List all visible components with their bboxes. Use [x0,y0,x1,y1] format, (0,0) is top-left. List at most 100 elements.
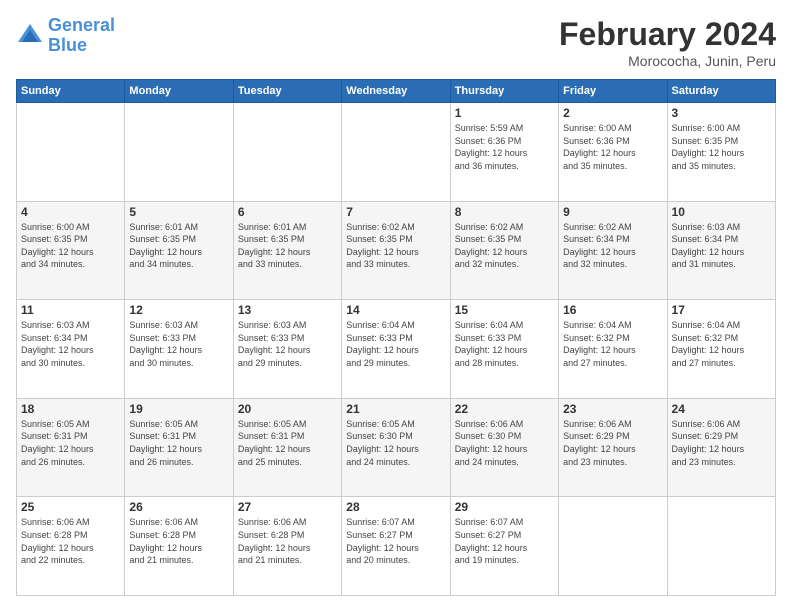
calendar-cell: 18 Sunrise: 6:05 AM Sunset: 6:31 PM Dayli… [17,398,125,497]
calendar-cell: 27 Sunrise: 6:06 AM Sunset: 6:28 PM Dayli… [233,497,341,596]
day-info: Sunrise: 6:06 AM Sunset: 6:30 PM Dayligh… [455,418,554,468]
day-info: Sunrise: 6:02 AM Sunset: 6:35 PM Dayligh… [346,221,445,271]
calendar-cell: 25Sunrise: 6:06 AM Sunset: 6:28 PM Dayli… [17,497,125,596]
calendar-cell: 22 Sunrise: 6:06 AM Sunset: 6:30 PM Dayli… [450,398,558,497]
day-number: 6 [238,205,337,219]
calendar-cell: 4 Sunrise: 6:00 AM Sunset: 6:35 PM Daylig… [17,201,125,300]
calendar-cell: 5Sunrise: 6:01 AM Sunset: 6:35 PM Daylig… [125,201,233,300]
calendar-cell: 11 Sunrise: 6:03 AM Sunset: 6:34 PM Dayli… [17,300,125,399]
calendar-cell: 1Sunrise: 5:59 AM Sunset: 6:36 PM Daylig… [450,103,558,202]
day-number: 22 [455,402,554,416]
day-number: 10 [672,205,771,219]
day-info: Sunrise: 6:05 AM Sunset: 6:30 PM Dayligh… [346,418,445,468]
day-info: Sunrise: 6:00 AM Sunset: 6:35 PM Dayligh… [21,221,120,271]
day-number: 29 [455,500,554,514]
day-number: 8 [455,205,554,219]
calendar-week-2: 11 Sunrise: 6:03 AM Sunset: 6:34 PM Dayli… [17,300,776,399]
header-cell-thursday: Thursday [450,80,558,103]
calendar-cell: 29 Sunrise: 6:07 AM Sunset: 6:27 PM Dayli… [450,497,558,596]
header-cell-saturday: Saturday [667,80,775,103]
day-number: 25 [21,500,120,514]
day-info: Sunrise: 6:06 AM Sunset: 6:28 PM Dayligh… [238,516,337,566]
day-info: Sunrise: 6:06 AM Sunset: 6:28 PM Dayligh… [129,516,228,566]
logo-line1: General [48,15,115,35]
day-info: Sunrise: 6:04 AM Sunset: 6:33 PM Dayligh… [346,319,445,369]
day-number: 4 [21,205,120,219]
calendar-week-3: 18 Sunrise: 6:05 AM Sunset: 6:31 PM Dayli… [17,398,776,497]
day-info: Sunrise: 6:05 AM Sunset: 6:31 PM Dayligh… [238,418,337,468]
day-info: Sunrise: 6:03 AM Sunset: 6:33 PM Dayligh… [238,319,337,369]
calendar-cell [667,497,775,596]
header-cell-sunday: Sunday [17,80,125,103]
day-number: 21 [346,402,445,416]
day-number: 14 [346,303,445,317]
day-number: 18 [21,402,120,416]
day-info: Sunrise: 6:07 AM Sunset: 6:27 PM Dayligh… [455,516,554,566]
calendar-cell: 9 Sunrise: 6:02 AM Sunset: 6:34 PM Daylig… [559,201,667,300]
day-info: Sunrise: 6:00 AM Sunset: 6:36 PM Dayligh… [563,122,662,172]
calendar-cell: 20 Sunrise: 6:05 AM Sunset: 6:31 PM Dayli… [233,398,341,497]
title-block: February 2024 Morococha, Junin, Peru [559,16,776,69]
day-number: 5 [129,205,228,219]
day-info: Sunrise: 6:03 AM Sunset: 6:34 PM Dayligh… [21,319,120,369]
day-info: Sunrise: 6:04 AM Sunset: 6:33 PM Dayligh… [455,319,554,369]
calendar-cell: 15Sunrise: 6:04 AM Sunset: 6:33 PM Dayli… [450,300,558,399]
page: General Blue February 2024 Morococha, Ju… [0,0,792,612]
day-info: Sunrise: 6:06 AM Sunset: 6:29 PM Dayligh… [563,418,662,468]
calendar-cell [342,103,450,202]
calendar-cell: 8 Sunrise: 6:02 AM Sunset: 6:35 PM Daylig… [450,201,558,300]
day-number: 19 [129,402,228,416]
day-info: Sunrise: 6:02 AM Sunset: 6:34 PM Dayligh… [563,221,662,271]
day-number: 11 [21,303,120,317]
calendar-cell: 3 Sunrise: 6:00 AM Sunset: 6:35 PM Daylig… [667,103,775,202]
calendar-cell: 10 Sunrise: 6:03 AM Sunset: 6:34 PM Dayli… [667,201,775,300]
calendar-cell: 13Sunrise: 6:03 AM Sunset: 6:33 PM Dayli… [233,300,341,399]
calendar-cell: 17 Sunrise: 6:04 AM Sunset: 6:32 PM Dayli… [667,300,775,399]
day-info: Sunrise: 6:06 AM Sunset: 6:29 PM Dayligh… [672,418,771,468]
header-cell-friday: Friday [559,80,667,103]
day-number: 24 [672,402,771,416]
calendar-cell: 23Sunrise: 6:06 AM Sunset: 6:29 PM Dayli… [559,398,667,497]
day-number: 2 [563,106,662,120]
calendar-week-1: 4 Sunrise: 6:00 AM Sunset: 6:35 PM Daylig… [17,201,776,300]
day-info: Sunrise: 6:03 AM Sunset: 6:34 PM Dayligh… [672,221,771,271]
sub-title: Morococha, Junin, Peru [559,53,776,69]
day-number: 17 [672,303,771,317]
day-info: Sunrise: 6:04 AM Sunset: 6:32 PM Dayligh… [563,319,662,369]
day-info: Sunrise: 6:02 AM Sunset: 6:35 PM Dayligh… [455,221,554,271]
header-cell-wednesday: Wednesday [342,80,450,103]
header-cell-monday: Monday [125,80,233,103]
calendar-cell: 16Sunrise: 6:04 AM Sunset: 6:32 PM Dayli… [559,300,667,399]
day-info: Sunrise: 6:00 AM Sunset: 6:35 PM Dayligh… [672,122,771,172]
calendar-header: SundayMondayTuesdayWednesdayThursdayFrid… [17,80,776,103]
calendar-cell: 21 Sunrise: 6:05 AM Sunset: 6:30 PM Dayli… [342,398,450,497]
calendar-cell: 2 Sunrise: 6:00 AM Sunset: 6:36 PM Daylig… [559,103,667,202]
day-number: 3 [672,106,771,120]
calendar-cell [233,103,341,202]
calendar-cell: 7Sunrise: 6:02 AM Sunset: 6:35 PM Daylig… [342,201,450,300]
calendar-cell [17,103,125,202]
header: General Blue February 2024 Morococha, Ju… [16,16,776,69]
calendar-cell: 24 Sunrise: 6:06 AM Sunset: 6:29 PM Dayli… [667,398,775,497]
logo-text: General Blue [48,16,115,56]
calendar-cell: 6Sunrise: 6:01 AM Sunset: 6:35 PM Daylig… [233,201,341,300]
calendar-body: 1Sunrise: 5:59 AM Sunset: 6:36 PM Daylig… [17,103,776,596]
day-number: 12 [129,303,228,317]
calendar-cell: 14 Sunrise: 6:04 AM Sunset: 6:33 PM Dayli… [342,300,450,399]
calendar-cell: 28Sunrise: 6:07 AM Sunset: 6:27 PM Dayli… [342,497,450,596]
day-info: Sunrise: 6:03 AM Sunset: 6:33 PM Dayligh… [129,319,228,369]
day-info: Sunrise: 6:05 AM Sunset: 6:31 PM Dayligh… [21,418,120,468]
day-number: 20 [238,402,337,416]
main-title: February 2024 [559,16,776,53]
day-number: 9 [563,205,662,219]
day-info: Sunrise: 6:05 AM Sunset: 6:31 PM Dayligh… [129,418,228,468]
header-cell-tuesday: Tuesday [233,80,341,103]
day-number: 27 [238,500,337,514]
logo-line2: Blue [48,35,87,55]
day-number: 1 [455,106,554,120]
calendar-cell: 12 Sunrise: 6:03 AM Sunset: 6:33 PM Dayli… [125,300,233,399]
day-info: Sunrise: 6:04 AM Sunset: 6:32 PM Dayligh… [672,319,771,369]
calendar-cell [559,497,667,596]
logo: General Blue [16,16,115,56]
calendar-week-0: 1Sunrise: 5:59 AM Sunset: 6:36 PM Daylig… [17,103,776,202]
